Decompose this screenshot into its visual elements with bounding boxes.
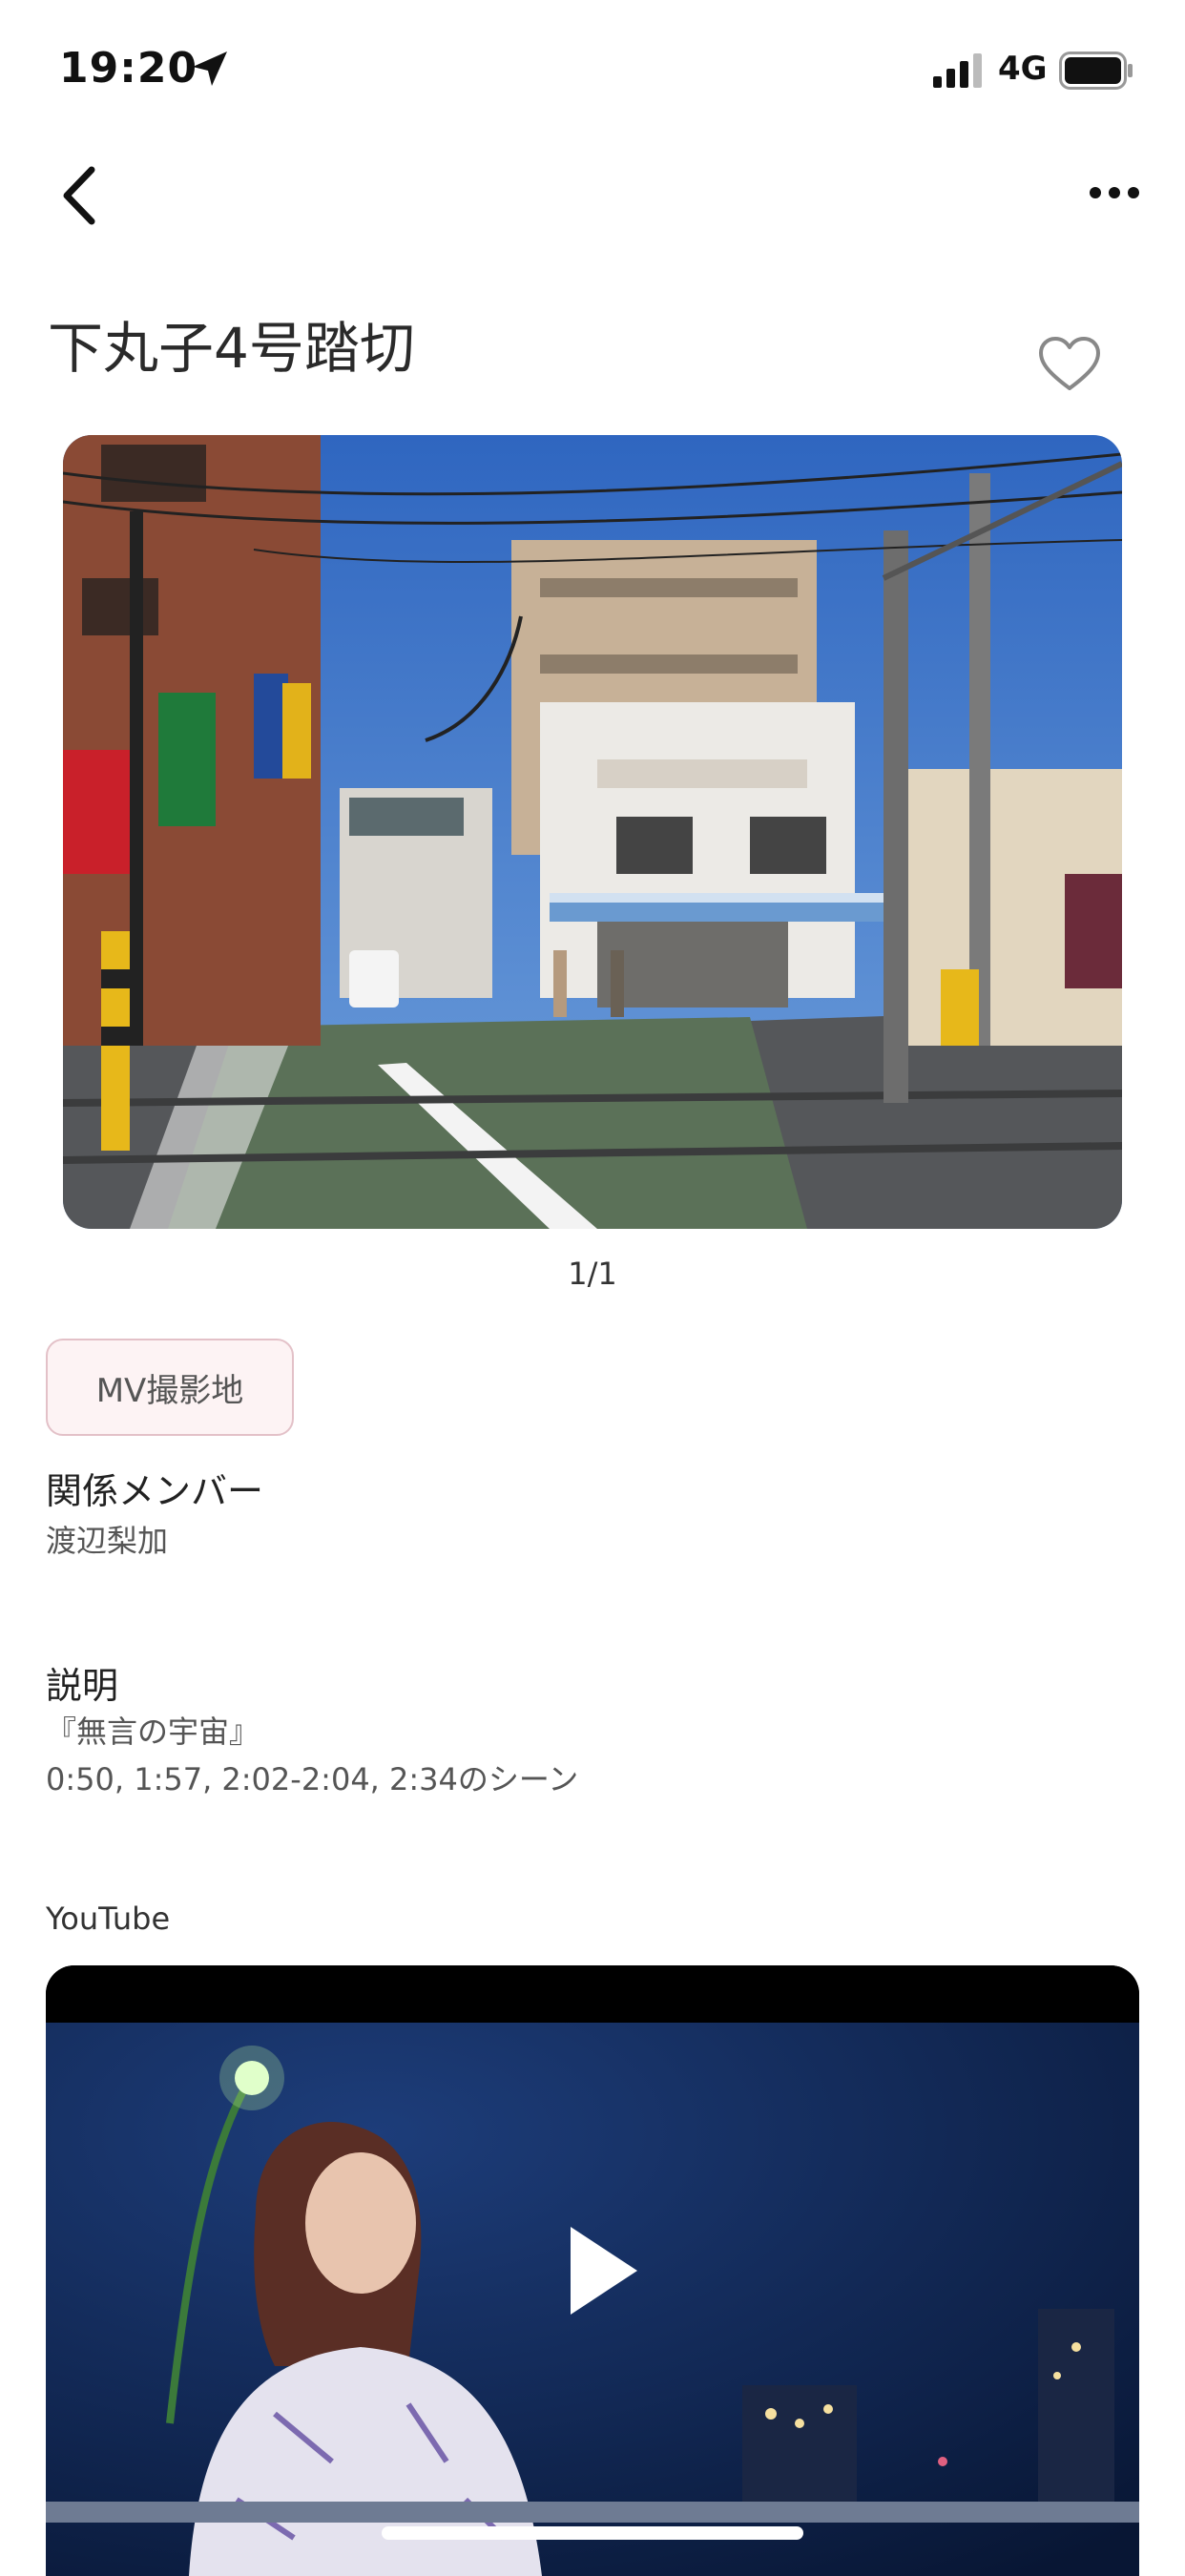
member-name: 渡辺梨加 xyxy=(46,1523,169,1559)
members-heading: 関係メンバー xyxy=(46,1470,264,1512)
youtube-heading: YouTube xyxy=(46,1901,171,1937)
home-indicator xyxy=(382,2526,803,2540)
description-line-2: 0:50, 1:57, 2:02-2:04, 2:34のシーン xyxy=(46,1761,579,1797)
back-chevron-icon[interactable] xyxy=(55,162,103,229)
location-photo[interactable] xyxy=(63,435,1122,1229)
status-time: 19:20 xyxy=(59,44,198,93)
category-tag[interactable]: MV撮影地 xyxy=(46,1339,294,1436)
battery-icon xyxy=(1059,52,1133,90)
signal-icon xyxy=(933,53,982,88)
location-arrow-icon xyxy=(193,52,227,86)
image-pager: 1/1 xyxy=(568,1256,617,1292)
railway-crossing-image xyxy=(63,435,1122,1229)
page-title: 下丸子4号踏切 xyxy=(48,316,415,381)
network-type: 4G xyxy=(998,50,1048,88)
description-heading: 説明 xyxy=(46,1665,119,1707)
play-icon[interactable] xyxy=(567,2223,641,2318)
more-ellipsis-icon[interactable] xyxy=(1088,181,1141,204)
description-line-1: 『無言の宇宙』 xyxy=(46,1714,260,1750)
favorite-heart-icon[interactable] xyxy=(1038,336,1101,393)
